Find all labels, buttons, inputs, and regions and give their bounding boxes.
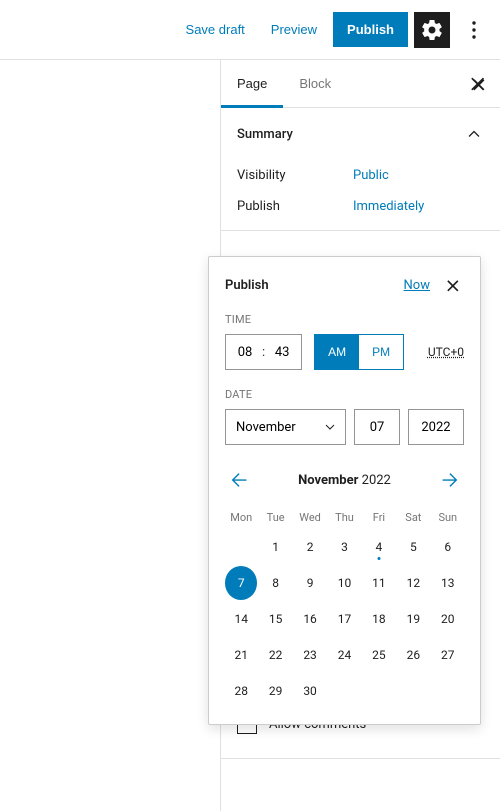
year-input[interactable]: [408, 409, 464, 445]
now-link[interactable]: Now: [404, 278, 430, 293]
day-input[interactable]: [354, 409, 400, 445]
calendar-day[interactable]: 14: [225, 602, 257, 636]
calendar-day[interactable]: 10: [328, 566, 360, 600]
calendar-dow: Wed: [294, 507, 326, 528]
month-select[interactable]: November: [225, 409, 346, 445]
calendar-day[interactable]: 21: [225, 638, 257, 672]
calendar-day[interactable]: 6: [432, 530, 464, 564]
summary-title: Summary: [237, 127, 293, 142]
time-label: TIME: [225, 313, 464, 326]
am-button[interactable]: AM: [315, 335, 359, 369]
close-icon: [468, 74, 488, 94]
time-row: : AM PM UTC+0: [225, 334, 464, 370]
chevron-up-icon: [464, 124, 484, 144]
calendar-day[interactable]: 12: [397, 566, 429, 600]
calendar-day[interactable]: 23: [294, 638, 326, 672]
calendar-day[interactable]: 29: [259, 674, 291, 708]
sidebar-close-button[interactable]: [456, 60, 500, 108]
close-icon: [442, 275, 462, 295]
calendar-day[interactable]: 19: [397, 602, 429, 636]
tab-block[interactable]: Block: [283, 60, 347, 108]
calendar-header: November 2022: [225, 465, 464, 495]
calendar-dow: Tue: [259, 507, 291, 528]
calendar-day[interactable]: 8: [259, 566, 291, 600]
calendar-day[interactable]: 5: [397, 530, 429, 564]
tab-page[interactable]: Page: [221, 60, 283, 108]
calendar-day[interactable]: 3: [328, 530, 360, 564]
calendar-day[interactable]: 2: [294, 530, 326, 564]
publish-button[interactable]: Publish: [333, 12, 408, 47]
calendar-day[interactable]: 26: [397, 638, 429, 672]
popover-close-button[interactable]: [440, 273, 464, 297]
calendar-empty: [225, 530, 257, 564]
time-input-group: :: [225, 334, 302, 370]
month-select-wrapper: November: [225, 409, 346, 445]
visibility-label: Visibility: [237, 168, 353, 183]
calendar-day[interactable]: 11: [363, 566, 395, 600]
calendar-day[interactable]: 16: [294, 602, 326, 636]
preview-button[interactable]: Preview: [261, 14, 327, 45]
timezone-label[interactable]: UTC+0: [428, 345, 464, 359]
calendar-day[interactable]: 7: [225, 566, 257, 600]
pm-button[interactable]: PM: [359, 335, 403, 369]
calendar-day[interactable]: 24: [328, 638, 360, 672]
calendar-day[interactable]: 4: [363, 530, 395, 564]
summary-panel-header[interactable]: Summary: [221, 108, 500, 160]
date-label: DATE: [225, 388, 464, 401]
hour-input[interactable]: [230, 344, 260, 361]
visibility-row: Visibility Public: [237, 160, 484, 191]
date-row: November: [225, 409, 464, 445]
ampm-toggle: AM PM: [314, 334, 404, 370]
calendar-dow: Sun: [432, 507, 464, 528]
calendar-day[interactable]: 15: [259, 602, 291, 636]
publish-datetime-popover: Publish Now TIME : AM PM UTC+0 DATE Nov: [208, 256, 481, 725]
publish-row: Publish Immediately: [237, 191, 484, 222]
calendar-day[interactable]: 18: [363, 602, 395, 636]
next-month-button[interactable]: [434, 465, 464, 495]
calendar-day[interactable]: 22: [259, 638, 291, 672]
popover-title: Publish: [225, 278, 269, 293]
calendar-day[interactable]: 28: [225, 674, 257, 708]
calendar-day[interactable]: 20: [432, 602, 464, 636]
calendar-dow: Thu: [328, 507, 360, 528]
options-button[interactable]: [456, 12, 492, 48]
calendar-dow: Fri: [363, 507, 395, 528]
summary-panel-body: Visibility Public Publish Immediately: [221, 160, 500, 230]
gear-icon: [420, 18, 444, 42]
calendar-day[interactable]: 17: [328, 602, 360, 636]
calendar-title: November 2022: [298, 473, 391, 488]
visibility-value[interactable]: Public: [353, 168, 389, 183]
publish-label: Publish: [237, 199, 353, 214]
minute-input[interactable]: [267, 344, 297, 361]
calendar-dow: Mon: [225, 507, 257, 528]
save-draft-button[interactable]: Save draft: [176, 14, 255, 45]
popover-header: Publish Now: [225, 273, 464, 297]
arrow-left-icon: [229, 469, 251, 491]
calendar-day[interactable]: 1: [259, 530, 291, 564]
editor-topbar: Save draft Preview Publish: [0, 0, 500, 60]
settings-button[interactable]: [414, 12, 450, 48]
calendar-day[interactable]: 27: [432, 638, 464, 672]
kebab-icon: [462, 18, 486, 42]
calendar-dow: Sat: [397, 507, 429, 528]
summary-panel: Summary Visibility Public Publish Immedi…: [221, 108, 500, 231]
calendar-grid: MonTueWedThuFriSatSun1234567891011121314…: [225, 507, 464, 708]
calendar-day[interactable]: 13: [432, 566, 464, 600]
sidebar-tabs: Page Block: [221, 60, 500, 108]
calendar-day[interactable]: 9: [294, 566, 326, 600]
calendar-day[interactable]: 30: [294, 674, 326, 708]
arrow-right-icon: [438, 469, 460, 491]
time-colon: :: [260, 345, 267, 360]
prev-month-button[interactable]: [225, 465, 255, 495]
calendar-day[interactable]: 25: [363, 638, 395, 672]
publish-value[interactable]: Immediately: [353, 199, 424, 214]
